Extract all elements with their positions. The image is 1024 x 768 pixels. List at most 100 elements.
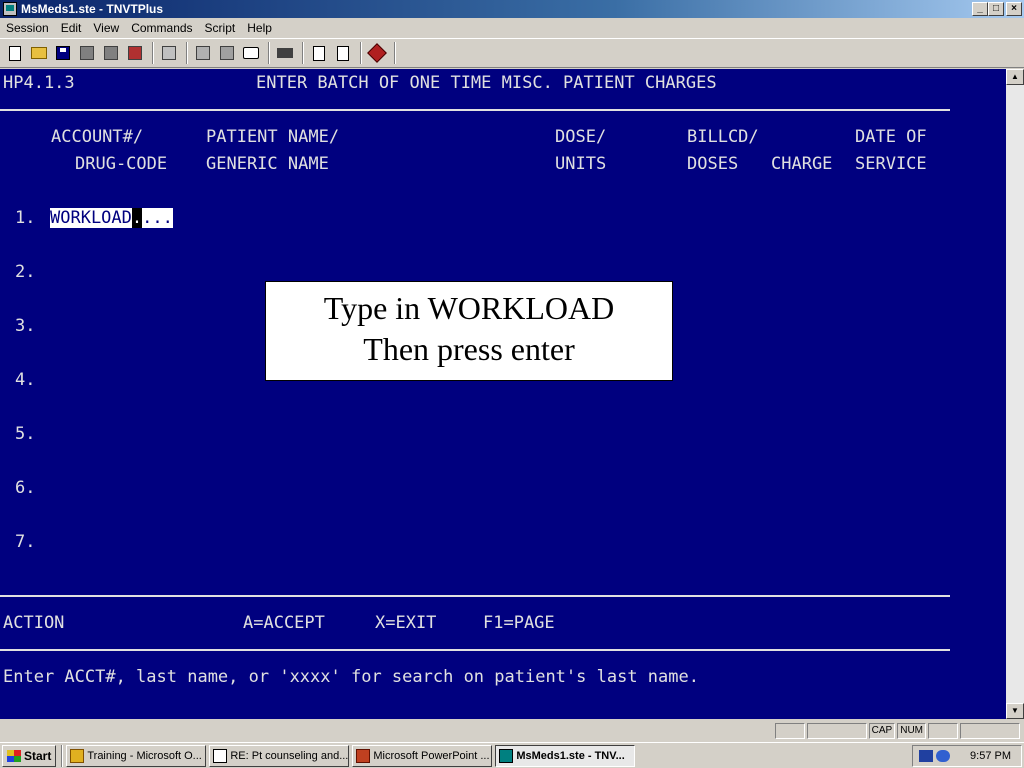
status-bar: CAP NUM: [0, 721, 1024, 741]
windows-logo-icon: [7, 749, 21, 762]
start-label: Start: [24, 748, 52, 763]
numlock-indicator: NUM: [897, 723, 926, 739]
tray-app-icon[interactable]: [936, 749, 951, 762]
caps-indicator: CAP: [868, 723, 896, 739]
vertical-scrollbar[interactable]: ▲ ▼: [1006, 69, 1024, 719]
header-account: ACCOUNT#/: [51, 127, 144, 147]
taskbar-item-label: MsMeds1.ste - TNV...: [516, 749, 625, 762]
account-input[interactable]: WORKLOAD....: [50, 208, 173, 228]
macro-icon[interactable]: [124, 42, 146, 64]
terminal-icon: [499, 748, 514, 763]
header-charge: CHARGE: [771, 154, 833, 174]
status-panel: [806, 723, 867, 739]
header-date: DATE OF: [855, 127, 927, 147]
system-tray: 9:57 PM: [912, 744, 1022, 767]
callout-line-1: Type in WORKLOAD: [323, 290, 615, 326]
receive-icon[interactable]: [332, 42, 354, 64]
menu-script[interactable]: Script: [199, 21, 242, 35]
menu-view[interactable]: View: [87, 21, 125, 35]
network-icon[interactable]: [919, 749, 934, 762]
callout-line-2: Then press enter: [363, 331, 575, 367]
taskbar-item-powerpoint[interactable]: Microsoft PowerPoint ...: [352, 744, 493, 767]
action-page: F1=PAGE: [483, 613, 555, 633]
menu-bar: Session Edit View Commands Script Help: [0, 18, 1024, 38]
row-number: 2.: [15, 262, 36, 282]
maximize-button[interactable]: □: [988, 2, 1004, 16]
open-icon[interactable]: [28, 42, 50, 64]
header-dose: DOSE/: [555, 127, 607, 147]
window-controls: _ □ ×: [972, 2, 1022, 16]
settings-icon[interactable]: [76, 42, 98, 64]
action-exit: X=EXIT: [375, 613, 437, 633]
header-doses: DOSES: [687, 154, 739, 174]
help-book-icon[interactable]: [366, 42, 388, 64]
instruction-callout: Type in WORKLOAD Then press enter: [265, 281, 673, 381]
save-icon[interactable]: [52, 42, 74, 64]
monitor-icon[interactable]: [240, 42, 262, 64]
close-button[interactable]: ×: [1006, 2, 1022, 16]
header-patient-name: PATIENT NAME/: [206, 127, 340, 147]
print-icon[interactable]: [158, 42, 180, 64]
header-service: SERVICE: [855, 154, 927, 174]
scroll-down-icon[interactable]: ▼: [1006, 703, 1024, 719]
screen-code: HP4.1.3: [3, 73, 75, 93]
account-input-value[interactable]: WORKLOAD: [50, 208, 132, 228]
row-number: 7.: [15, 532, 36, 552]
header-billcd: BILLCD/: [687, 127, 759, 147]
outlook-icon: [70, 748, 85, 763]
status-panel: [928, 723, 958, 739]
header-drug-code: DRUG-CODE: [75, 154, 168, 174]
title-bar[interactable]: MsMeds1.ste - TNVTPlus _ □ ×: [0, 0, 1024, 18]
header-generic-name: GENERIC NAME: [206, 154, 329, 174]
new-icon[interactable]: [4, 42, 26, 64]
toolbar-separator: [360, 42, 362, 64]
app-icon[interactable]: [3, 2, 17, 16]
header-units: UNITS: [555, 154, 607, 174]
copy-icon[interactable]: [192, 42, 214, 64]
status-panel: [774, 723, 805, 739]
row-number: 4.: [15, 370, 36, 390]
row-number: 5.: [15, 424, 36, 444]
input-fill[interactable]: ...: [142, 208, 173, 228]
action-label: ACTION: [3, 613, 65, 633]
send-icon[interactable]: [308, 42, 330, 64]
taskbar-item-outlook[interactable]: Training - Microsoft O...: [66, 744, 207, 767]
taskbar-separator: [61, 744, 64, 767]
row-number: 3.: [15, 316, 36, 336]
menu-commands[interactable]: Commands: [125, 21, 198, 35]
scroll-up-icon[interactable]: ▲: [1006, 69, 1024, 85]
status-panel: [960, 723, 1020, 739]
mail-icon: [213, 748, 228, 763]
taskbar-item-mail[interactable]: RE: Pt counseling and...: [209, 744, 350, 767]
divider: [0, 109, 950, 111]
prompt-message: Enter ACCT#, last name, or 'xxxx' for se…: [3, 667, 699, 687]
taskbar-item-label: Training - Microsoft O...: [87, 749, 202, 762]
tnvtplus-window: MsMeds1.ste - TNVTPlus _ □ × Session Edi…: [0, 0, 1024, 768]
divider: [0, 595, 950, 597]
toolbar-separator: [152, 42, 154, 64]
action-accept: A=ACCEPT: [243, 613, 325, 633]
menu-help[interactable]: Help: [241, 21, 278, 35]
taskbar-item-label: Microsoft PowerPoint ...: [373, 749, 490, 762]
toolbar-separator: [186, 42, 188, 64]
taskbar-item-tnvtplus[interactable]: MsMeds1.ste - TNV...: [495, 744, 636, 767]
divider: [0, 649, 950, 651]
keyboard-icon[interactable]: [274, 42, 296, 64]
clock: 9:57 PM: [970, 749, 1011, 762]
row-number: 1.: [15, 208, 36, 228]
terminal-screen[interactable]: HP4.1.3 ENTER BATCH OF ONE TIME MISC. PA…: [0, 69, 1006, 719]
toolbar-separator: [302, 42, 304, 64]
menu-edit[interactable]: Edit: [55, 21, 88, 35]
powerpoint-icon: [356, 748, 371, 763]
toolbar-separator: [268, 42, 270, 64]
taskbar-item-label: RE: Pt counseling and...: [230, 749, 349, 762]
menu-session[interactable]: Session: [0, 21, 55, 35]
properties-icon[interactable]: [100, 42, 122, 64]
paste-icon[interactable]: [216, 42, 238, 64]
start-button[interactable]: Start: [2, 744, 57, 767]
window-title: MsMeds1.ste - TNVTPlus: [21, 2, 164, 16]
row-number: 6.: [15, 478, 36, 498]
toolbar-separator: [394, 42, 396, 64]
toolbar: [0, 38, 1024, 68]
minimize-button[interactable]: _: [972, 2, 988, 16]
